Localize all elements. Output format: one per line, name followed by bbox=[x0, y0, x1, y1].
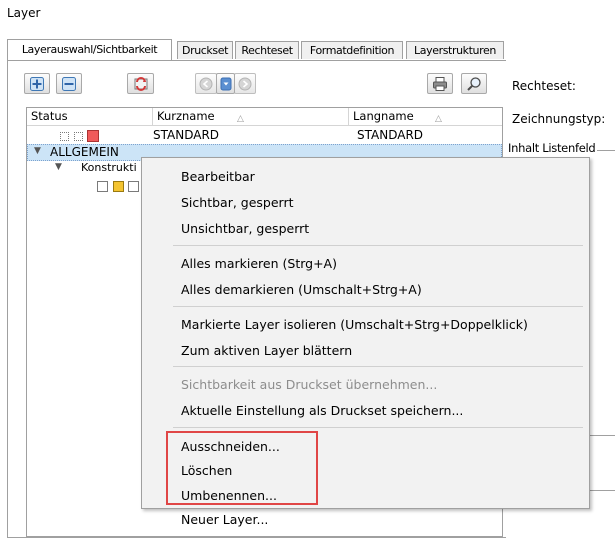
add-layer-button[interactable] bbox=[24, 73, 50, 94]
rechteset-label: Rechteset: bbox=[512, 79, 576, 93]
menu-item-neuer-layer[interactable]: Neuer Layer... bbox=[181, 512, 268, 527]
inhalt-listenfeld-label: Inhalt Listenfeld bbox=[506, 141, 598, 155]
column-status[interactable]: Status bbox=[27, 108, 153, 125]
menu-separator bbox=[173, 427, 583, 428]
langname-cell: STANDARD bbox=[357, 128, 424, 142]
sort-indicator-icon: △ bbox=[237, 114, 244, 124]
kurzname-cell: STANDARD bbox=[153, 128, 220, 142]
status-visible-icon[interactable] bbox=[74, 132, 83, 141]
status-editable-icon[interactable] bbox=[60, 132, 69, 141]
refresh-layers-button[interactable] bbox=[127, 73, 154, 94]
menu-item-layer-isolieren[interactable]: Markierte Layer isolieren (Umschalt+Strg… bbox=[181, 317, 528, 332]
add-layer-icon bbox=[30, 76, 44, 91]
menu-item-alles-demarkieren[interactable]: Alles demarkieren (Umschalt+Strg+A) bbox=[181, 282, 422, 297]
tab-layerstrukturen[interactable]: Layerstrukturen bbox=[406, 41, 504, 59]
menu-separator bbox=[173, 366, 583, 367]
menu-separator bbox=[173, 245, 583, 246]
layer-group-label: ALLGEMEIN bbox=[50, 145, 119, 159]
status-yellow-icon[interactable] bbox=[113, 181, 124, 192]
search-button[interactable] bbox=[461, 73, 487, 94]
dropdown-icon bbox=[220, 77, 231, 90]
status-red-icon[interactable] bbox=[87, 130, 99, 142]
menu-item-alles-markieren[interactable]: Alles markieren (Strg+A) bbox=[181, 256, 337, 271]
tab-rechteset[interactable]: Rechteset bbox=[235, 41, 299, 59]
menu-item-bearbeitbar[interactable]: Bearbeitbar bbox=[181, 169, 255, 184]
expand-arrow-icon[interactable]: ▼ bbox=[34, 146, 41, 156]
tab-formatdefinition[interactable]: Formatdefinition bbox=[301, 41, 403, 59]
list-header: Status Kurzname △ Langname △ bbox=[27, 108, 502, 126]
nav-back-button[interactable] bbox=[195, 73, 217, 94]
nav-back-icon bbox=[199, 77, 213, 90]
window-title: Layer bbox=[7, 6, 41, 20]
refresh-layers-icon bbox=[134, 76, 147, 91]
search-icon bbox=[467, 76, 481, 91]
nav-forward-icon bbox=[238, 77, 252, 90]
column-kurzname[interactable]: Kurzname △ bbox=[153, 108, 349, 125]
zeichnungstyp-label: Zeichnungstyp: bbox=[512, 112, 606, 126]
print-icon bbox=[433, 76, 447, 91]
dropdown-button[interactable] bbox=[216, 73, 235, 94]
menu-item-zum-aktiven-layer[interactable]: Zum aktiven Layer blättern bbox=[181, 343, 352, 358]
remove-layer-button[interactable] bbox=[56, 73, 82, 94]
menu-item-unsichtbar-gesperrt[interactable]: Unsichtbar, gesperrt bbox=[181, 221, 309, 236]
status-editable-icon[interactable] bbox=[97, 181, 108, 192]
menu-item-druckset-speichern[interactable]: Aktuelle Einstellung als Druckset speich… bbox=[181, 403, 463, 418]
tab-layerauswahl[interactable]: Layerauswahl/Sichtbarkeit bbox=[7, 39, 172, 60]
column-langname[interactable]: Langname △ bbox=[349, 108, 502, 125]
menu-separator bbox=[173, 306, 583, 307]
menu-item-sichtbarkeit-uebernehmen: Sichtbarkeit aus Druckset übernehmen... bbox=[181, 377, 438, 392]
status-visible-icon[interactable] bbox=[128, 181, 139, 192]
print-button[interactable] bbox=[427, 73, 453, 94]
sort-indicator-icon: △ bbox=[435, 114, 442, 124]
menu-item-sichtbar-gesperrt[interactable]: Sichtbar, gesperrt bbox=[181, 195, 294, 210]
nav-forward-button[interactable] bbox=[234, 73, 256, 94]
layer-subgroup-label: Konstrukti bbox=[81, 161, 137, 174]
remove-layer-icon bbox=[62, 76, 76, 91]
table-row[interactable]: STANDARD STANDARD bbox=[27, 128, 502, 144]
expand-arrow-icon[interactable]: ▼ bbox=[55, 162, 62, 172]
tab-druckset[interactable]: Druckset bbox=[177, 41, 233, 59]
highlight-box bbox=[166, 431, 318, 505]
